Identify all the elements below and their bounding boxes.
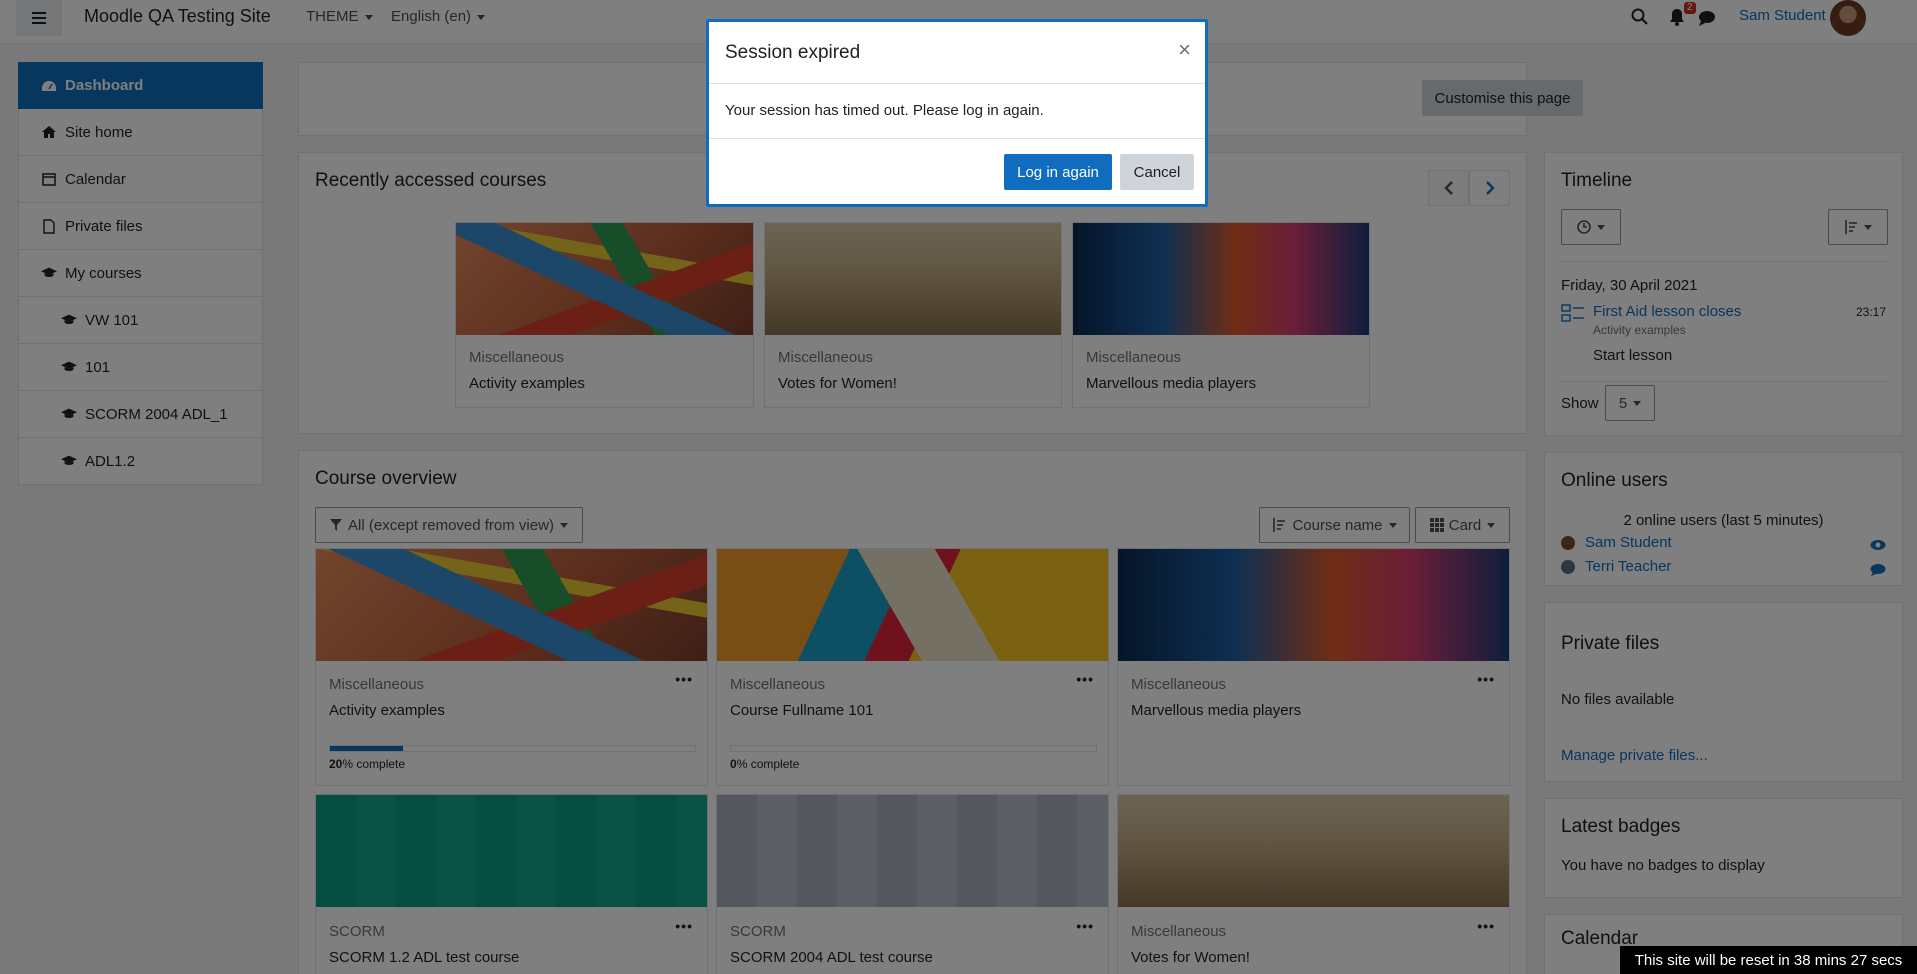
- modal-header: Session expired ×: [709, 22, 1205, 84]
- modal-footer-divider: [709, 138, 1205, 139]
- session-expired-dialog: Session expired × Your session has timed…: [706, 19, 1208, 207]
- modal-body-text: Your session has timed out. Please log i…: [725, 102, 1044, 119]
- log-in-again-button[interactable]: Log in again: [1004, 154, 1112, 190]
- close-icon[interactable]: ×: [1178, 37, 1191, 63]
- modal-title: Session expired: [725, 42, 861, 63]
- cancel-button[interactable]: Cancel: [1120, 154, 1194, 190]
- site-reset-notice: This site will be reset in 38 mins 27 se…: [1620, 946, 1917, 974]
